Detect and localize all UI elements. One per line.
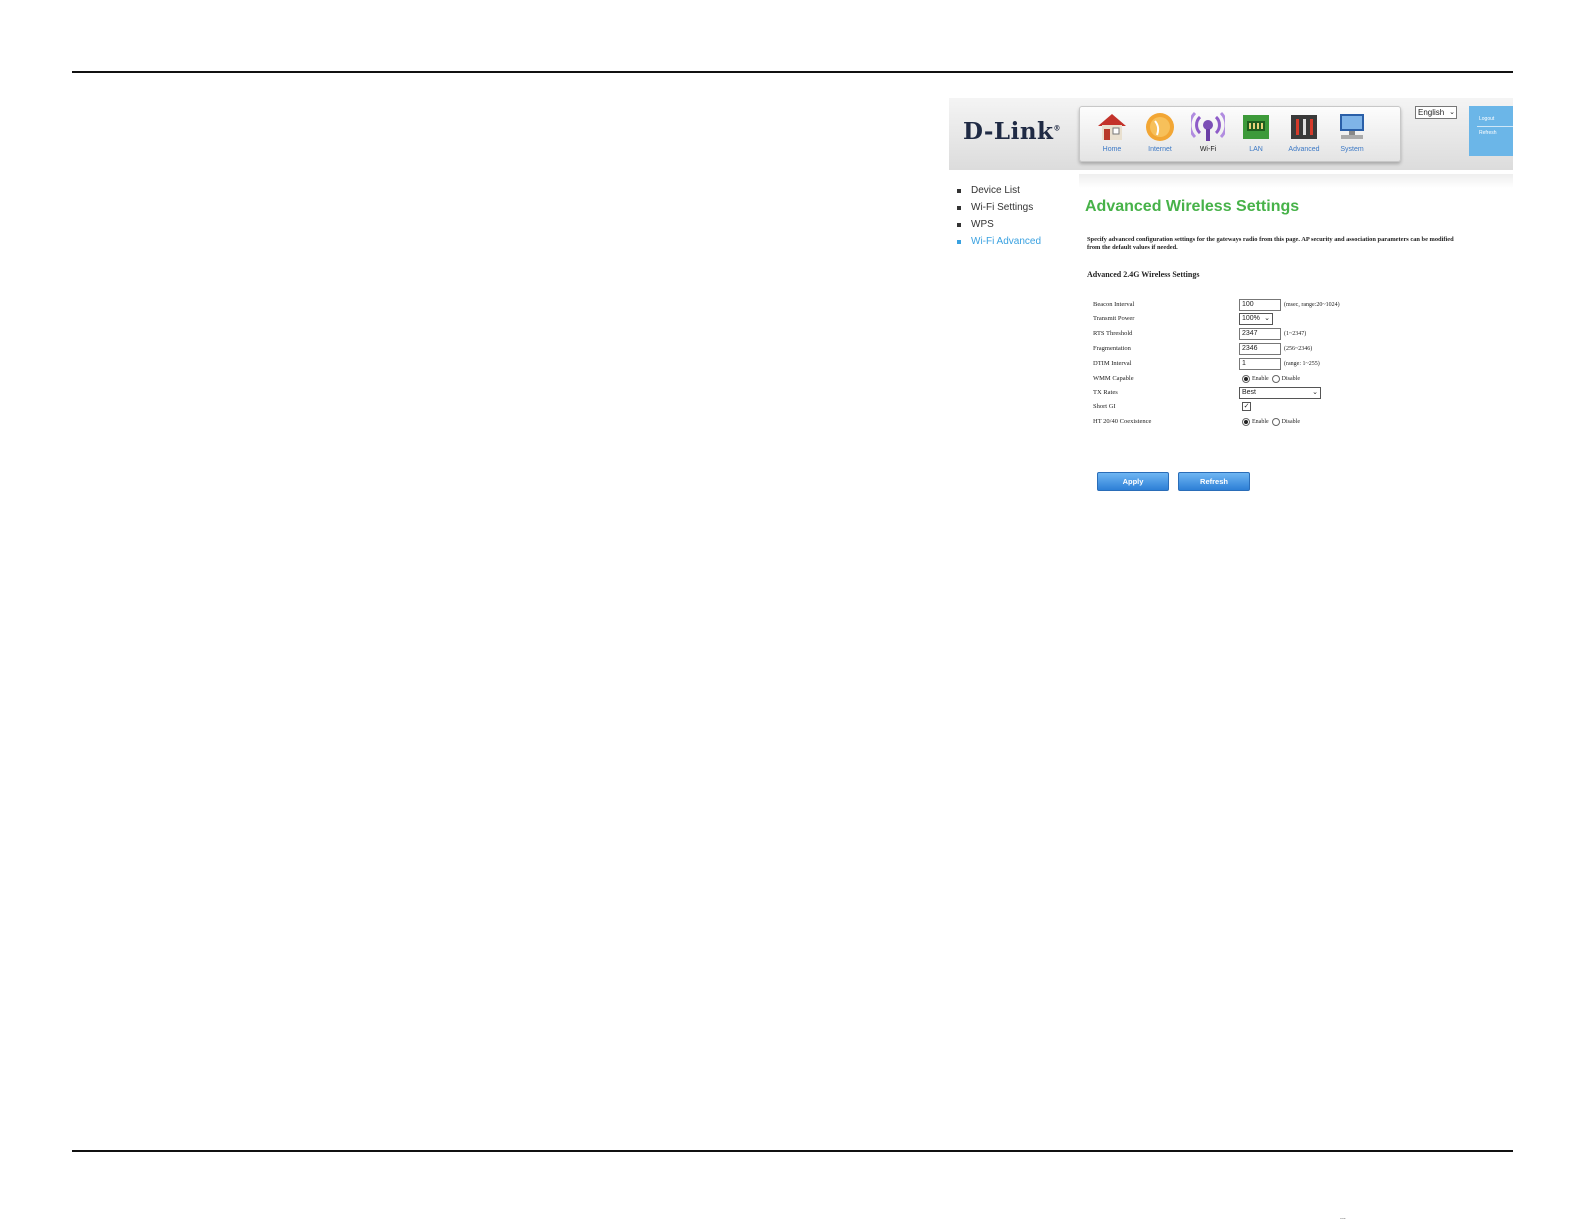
main-content: Advanced Wireless Settings Specify advan… <box>1079 174 1513 526</box>
sidebar-item-device-list[interactable]: Device List <box>953 182 1073 199</box>
rts-threshold-label: RTS Threshold <box>1093 330 1133 337</box>
divider <box>1477 126 1513 127</box>
wmm-capable-row: WMM Capable Enable Disable <box>1093 373 1513 387</box>
transmit-power-select[interactable]: 100% ⌄ <box>1239 313 1273 325</box>
fragmentation-input[interactable]: 2346 <box>1239 343 1281 355</box>
footer-text: ... <box>1340 1214 1346 1221</box>
main-nav: Home Internet Wi-Fi LAN Advanced System <box>1079 106 1401 162</box>
beacon-interval-label: Beacon Interval <box>1093 301 1135 308</box>
transmit-power-label: Transmit Power <box>1093 315 1135 322</box>
sidebar: Device List Wi-Fi Settings WPS Wi-Fi Adv… <box>953 182 1073 250</box>
top-rule <box>72 71 1513 73</box>
short-gi-checkbox[interactable]: ✓ <box>1242 402 1251 411</box>
nav-wifi[interactable]: Wi-Fi <box>1186 111 1230 153</box>
transmit-power-row: Transmit Power 100% ⌄ <box>1093 313 1513 327</box>
beacon-interval-row: Beacon Interval 100 (msec, range:20~1024) <box>1093 299 1513 313</box>
ht-disable-label: Disable <box>1281 419 1300 425</box>
sidebar-item-wifi-advanced[interactable]: Wi-Fi Advanced <box>953 233 1073 250</box>
router-screenshot: D-Link® Home Internet Wi-Fi LAN Advanced… <box>949 98 1513 526</box>
refresh-link[interactable]: Refresh <box>1479 130 1497 136</box>
intro-text: Specify advanced configuration settings … <box>1087 236 1454 251</box>
language-select[interactable]: English ⌄ <box>1415 106 1457 119</box>
wmm-capable-label: WMM Capable <box>1093 375 1134 382</box>
section-title: Advanced 2.4G Wireless Settings <box>1087 270 1200 279</box>
fragmentation-row: Fragmentation 2346 (256~2346) <box>1093 343 1513 357</box>
nav-home[interactable]: Home <box>1090 111 1134 153</box>
wmm-disable-label: Disable <box>1281 376 1300 382</box>
account-panel: Logout Refresh <box>1469 106 1513 156</box>
lan-icon <box>1239 111 1273 143</box>
dtim-interval-row: DTIM Interval 1 (range: 1~255) <box>1093 358 1513 372</box>
wmm-enable-radio[interactable] <box>1242 375 1250 383</box>
home-icon <box>1095 111 1129 143</box>
apply-button[interactable]: Apply <box>1097 472 1169 491</box>
wifi-icon <box>1188 111 1228 143</box>
fragmentation-hint: (256~2346) <box>1284 346 1313 352</box>
tools-icon <box>1287 111 1321 143</box>
tx-rates-label: TX Rates <box>1093 389 1118 396</box>
beacon-interval-hint: (msec, range:20~1024) <box>1284 302 1340 308</box>
refresh-button[interactable]: Refresh <box>1178 472 1250 491</box>
dlink-logo: D-Link® <box>963 118 1061 145</box>
wmm-enable-label: Enable <box>1252 376 1269 382</box>
ht-coexistence-row: HT 20/40 Coexistence Enable Disable <box>1093 416 1513 430</box>
globe-icon <box>1143 111 1177 143</box>
short-gi-label: Short GI <box>1093 403 1116 410</box>
dtim-interval-input[interactable]: 1 <box>1239 358 1281 370</box>
sidebar-item-wps[interactable]: WPS <box>953 216 1073 233</box>
chevron-down-icon: ⌄ <box>1264 315 1270 322</box>
nav-system[interactable]: System <box>1330 111 1374 153</box>
computer-icon <box>1335 111 1369 143</box>
tx-rates-row: TX Rates Best ⌄ <box>1093 387 1513 401</box>
short-gi-row: Short GI ✓ <box>1093 401 1513 415</box>
dtim-interval-hint: (range: 1~255) <box>1284 361 1320 367</box>
sidebar-item-wifi-settings[interactable]: Wi-Fi Settings <box>953 199 1073 216</box>
rts-threshold-input[interactable]: 2347 <box>1239 328 1281 340</box>
tx-rates-select[interactable]: Best ⌄ <box>1239 387 1321 399</box>
page-title: Advanced Wireless Settings <box>1085 198 1300 215</box>
chevron-down-icon: ⌄ <box>1449 109 1455 116</box>
beacon-interval-input[interactable]: 100 <box>1239 299 1281 311</box>
wmm-disable-radio[interactable] <box>1271 375 1280 383</box>
ht-enable-label: Enable <box>1252 419 1269 425</box>
bottom-rule <box>72 1150 1513 1152</box>
dtim-interval-label: DTIM Interval <box>1093 360 1132 367</box>
fragmentation-label: Fragmentation <box>1093 345 1131 352</box>
nav-lan[interactable]: LAN <box>1234 111 1278 153</box>
chevron-down-icon: ⌄ <box>1312 389 1318 396</box>
nav-internet[interactable]: Internet <box>1138 111 1182 153</box>
nav-advanced[interactable]: Advanced <box>1282 111 1326 153</box>
ht-disable-radio[interactable] <box>1271 418 1280 426</box>
rts-threshold-row: RTS Threshold 2347 (1~2347) <box>1093 328 1513 342</box>
ht-coexistence-label: HT 20/40 Coexistence <box>1093 418 1152 425</box>
logout-link[interactable]: Logout <box>1479 116 1494 122</box>
ht-enable-radio[interactable] <box>1242 418 1250 426</box>
rts-threshold-hint: (1~2347) <box>1284 331 1307 337</box>
